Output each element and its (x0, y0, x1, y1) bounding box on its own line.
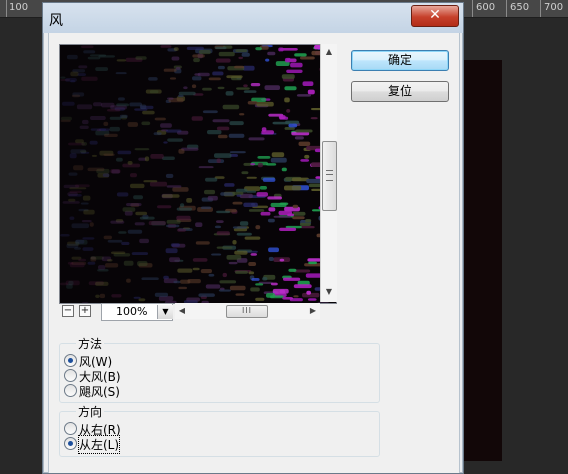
ruler-label-700: 700 (544, 2, 564, 13)
ruler-label-650: 650 (510, 2, 530, 13)
zoom-controls: − + 100% ▼ ◀ III ▶ (59, 303, 336, 321)
wind-filter-dialog: 风 ✕ ▲ ▼ − + 100% ▼ ◀ III ▶ 确定 复位 方法 风(W)… (42, 2, 464, 474)
workspace-left (0, 18, 42, 461)
dialog-client: ▲ ▼ − + 100% ▼ ◀ III ▶ 确定 复位 方法 风(W) 大风(… (48, 33, 460, 473)
horizontal-scroll-thumb[interactable]: III (226, 305, 268, 318)
zoom-in-button[interactable]: + (79, 305, 91, 317)
filter-preview[interactable] (59, 44, 337, 304)
ruler-label-100: 100 (9, 2, 29, 13)
document-canvas (462, 60, 502, 461)
vertical-scroll-thumb[interactable] (322, 141, 337, 211)
minus-icon: − (63, 305, 73, 316)
ruler-tick (506, 0, 507, 17)
arrow-right-icon[interactable]: ▶ (306, 303, 320, 319)
preview-image (60, 45, 336, 303)
zoom-out-button[interactable]: − (62, 305, 74, 317)
close-button[interactable]: ✕ (411, 5, 459, 27)
arrow-left-icon[interactable]: ◀ (175, 303, 189, 319)
dialog-titlebar[interactable]: 风 ✕ (43, 3, 463, 33)
plus-icon: + (80, 305, 90, 316)
arrow-down-icon[interactable]: ▼ (321, 284, 337, 300)
ruler-tick (472, 0, 473, 17)
reset-button[interactable]: 复位 (351, 81, 449, 102)
ruler-tick (6, 0, 7, 17)
ok-button[interactable]: 确定 (351, 50, 449, 71)
zoom-select[interactable]: 100% ▼ (101, 303, 173, 321)
arrow-up-icon[interactable]: ▲ (321, 44, 337, 60)
method-group: 方法 风(W) 大风(B) 飓风(S) (59, 335, 380, 403)
direction-group: 方向 从右(R) 从左(L) (59, 403, 380, 457)
zoom-value: 100% (116, 305, 148, 318)
radio-button[interactable] (64, 437, 77, 450)
radio-button[interactable] (64, 369, 77, 382)
ruler-tick (540, 0, 541, 17)
radio-button[interactable] (64, 354, 77, 367)
radio-button[interactable] (64, 384, 77, 397)
radio-label: 从左(L) (77, 435, 121, 454)
direction-group-title: 方向 (76, 403, 105, 420)
ruler-label-600: 600 (476, 2, 496, 13)
preview-vertical-scrollbar[interactable]: ▲ ▼ (320, 44, 337, 302)
radio-button[interactable] (64, 422, 77, 435)
method-group-title: 方法 (76, 335, 105, 352)
radio-label: 飓风(S) (79, 385, 120, 399)
preview-horizontal-scrollbar[interactable]: ◀ III ▶ (175, 303, 320, 319)
dialog-title: 风 (49, 13, 63, 29)
chevron-down-icon[interactable]: ▼ (157, 305, 173, 319)
close-icon: ✕ (429, 7, 441, 23)
